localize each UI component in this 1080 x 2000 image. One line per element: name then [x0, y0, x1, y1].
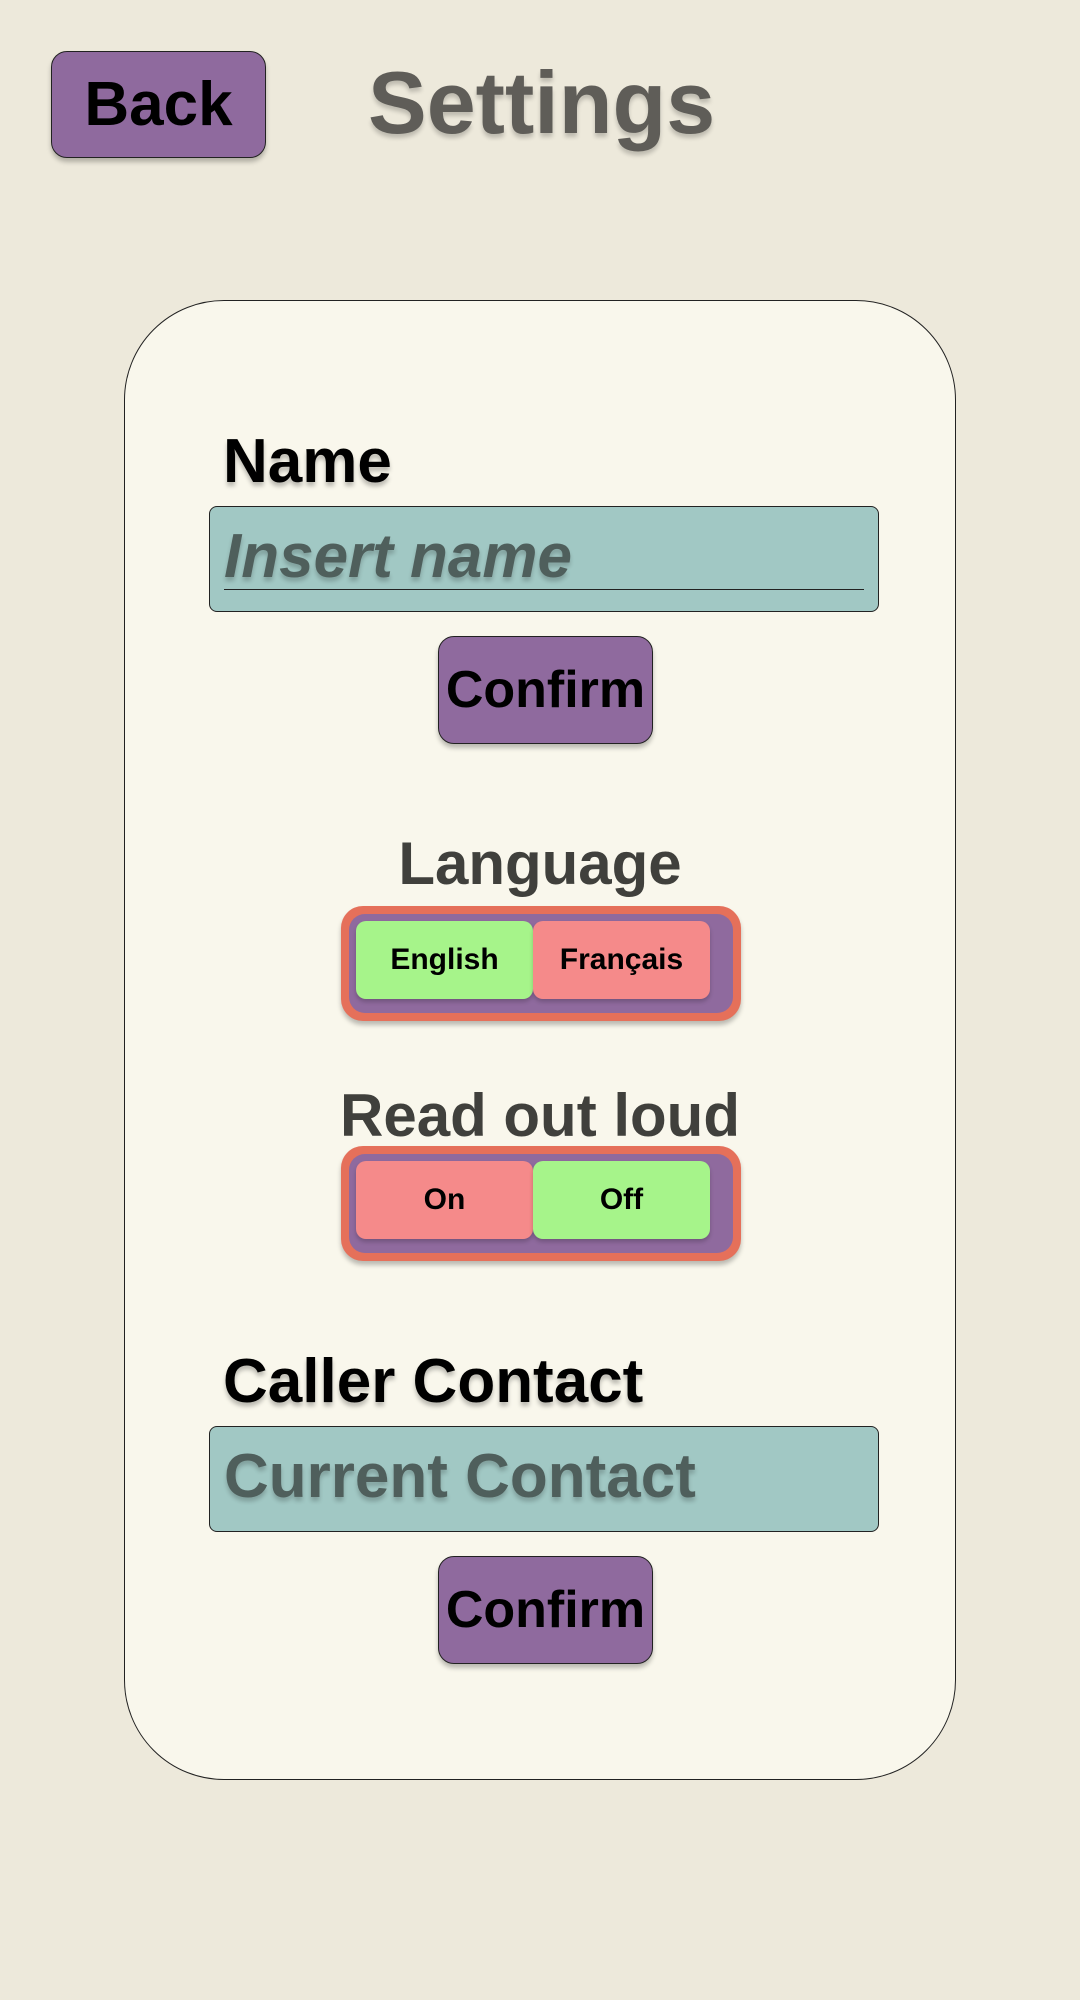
language-toggle: English Français	[341, 906, 741, 1021]
back-button[interactable]: Back	[51, 51, 266, 158]
name-input[interactable]: Insert name	[209, 506, 879, 612]
name-label: Name	[223, 427, 392, 496]
caller-contact-input[interactable]: Current Contact	[209, 1426, 879, 1532]
settings-card: Name Insert name Confirm Language Englis…	[124, 300, 956, 1780]
confirm-contact-button[interactable]: Confirm	[438, 1556, 653, 1664]
input-underline	[224, 589, 864, 590]
read-out-loud-on[interactable]: On	[356, 1161, 533, 1239]
read-out-loud-heading: Read out loud	[340, 1082, 740, 1149]
caller-contact-label: Caller Contact	[223, 1347, 644, 1416]
language-heading: Language	[398, 830, 682, 897]
confirm-name-button[interactable]: Confirm	[438, 636, 653, 744]
language-option-english[interactable]: English	[356, 921, 533, 999]
language-option-francais[interactable]: Français	[533, 921, 710, 999]
read-out-loud-toggle: On Off	[341, 1146, 741, 1261]
read-out-loud-off[interactable]: Off	[533, 1161, 710, 1239]
page-title: Settings	[368, 53, 716, 152]
name-placeholder: Insert name	[224, 522, 573, 591]
caller-contact-value: Current Contact	[224, 1442, 696, 1511]
